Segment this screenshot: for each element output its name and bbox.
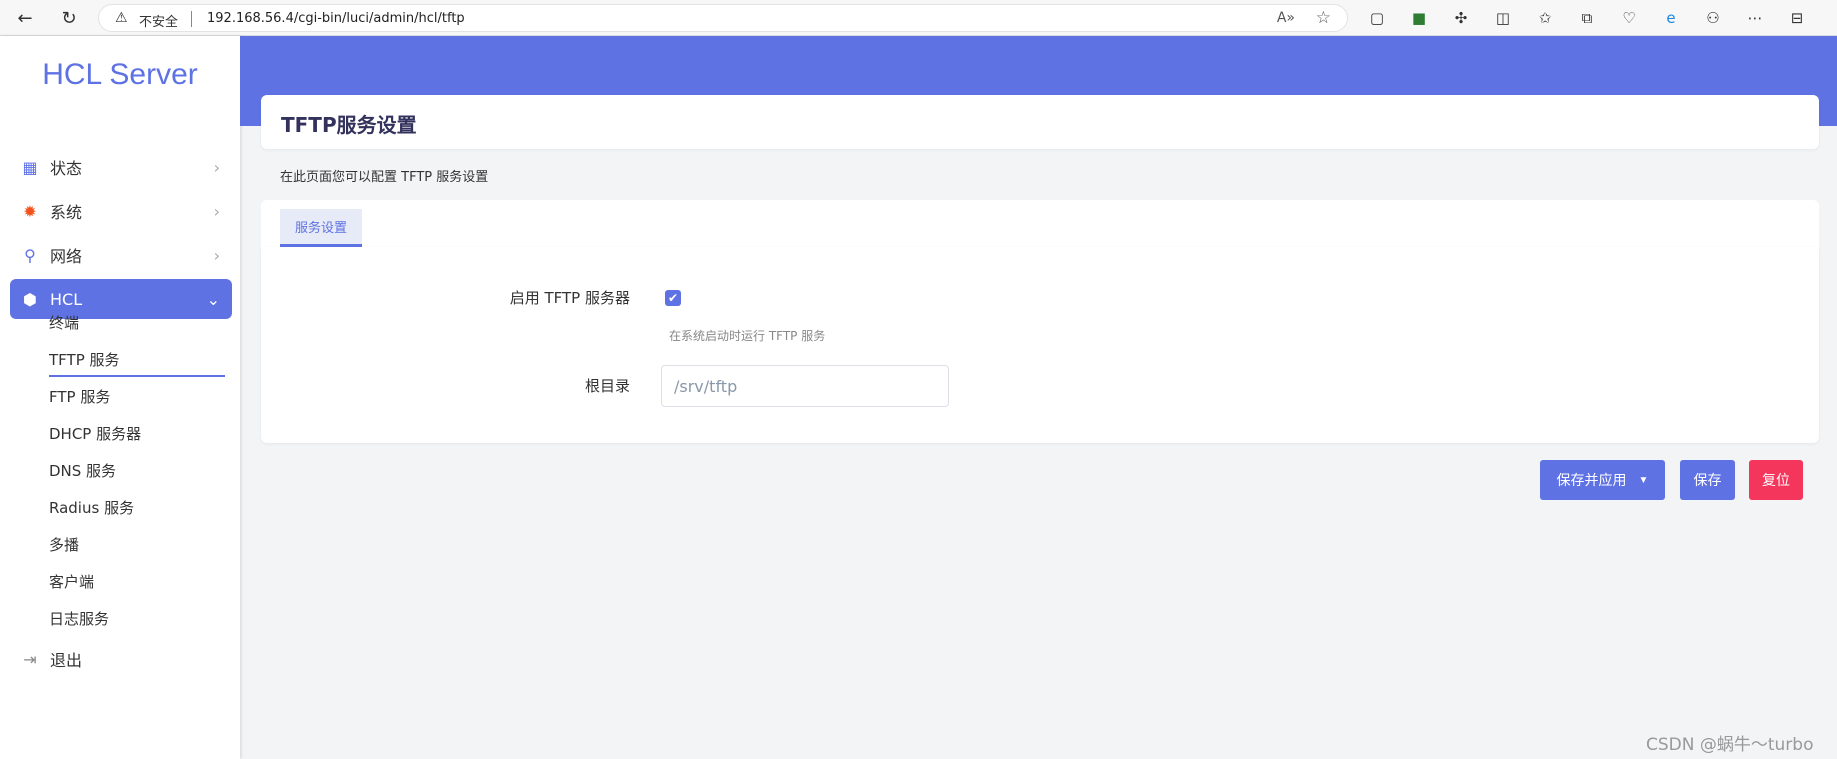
toolbar-icons: ▢ ■ ✣ ◫ ✩ ⧉ ♡ e ⚇ ⋯ ⊟ [1365,6,1809,30]
submenu-item-ftp[interactable]: FTP 服务 [49,386,110,407]
dropdown-caret-icon: ▼ [1638,474,1649,486]
brand-logo[interactable]: HCL Server [0,58,240,92]
sidebar-item-label: 状态 [50,159,83,178]
page-description: 在此页面您可以配置 TFTP 服务设置 [280,170,489,185]
submenu-item-client[interactable]: 客户端 [49,571,94,592]
chevron-down-icon: ⌄ [206,289,220,309]
chevron-right-icon: › [213,157,220,177]
page-title: TFTP服务设置 [281,113,417,137]
save-button[interactable]: 保存 [1680,460,1735,500]
watermark: CSDN @蜗牛～turbo [1646,735,1814,755]
extension-icon[interactable]: ▢ [1365,6,1389,30]
health-icon[interactable]: ♡ [1617,6,1641,30]
profile-icon[interactable]: ⚇ [1701,6,1725,30]
sidebar-item-label: HCL [50,289,83,309]
address-separator [191,11,192,27]
submenu-item-multicast[interactable]: 多播 [49,534,79,555]
read-aloud-icon[interactable]: A» [1277,10,1295,26]
address-bar[interactable]: ⚠ 不安全 192.168.56.4/cgi-bin/luci/admin/hc… [98,4,1348,32]
sidebar-toggle-icon[interactable]: ⊟ [1785,6,1809,30]
back-arrow-icon[interactable]: ← [12,6,38,30]
collections-icon[interactable]: ⧉ [1575,6,1599,30]
root-dir-input[interactable] [661,365,949,407]
submenu-item-log[interactable]: 日志服务 [49,608,109,629]
settings-form: 启用 TFTP 服务器 ✔ 在系统启动时运行 TFTP 服务 根目录 [261,247,1819,443]
sidebar-item-label: 系统 [50,203,83,222]
sidebar: HCL Server ▦ 状态 › ✹ 系统 › ⚲ 网络 › ⬢ HCL ⌄ … [0,36,240,759]
insecure-label: 不安全 [139,15,179,30]
ie-mode-icon[interactable]: e [1659,6,1683,30]
dashboard-icon: ▦ [22,157,38,177]
sidebar-item-logout[interactable]: ⇥ 退出 [10,639,232,679]
puzzle-icon[interactable]: ✣ [1449,6,1473,30]
gear-icon: ✹ [23,201,37,221]
title-card: TFTP服务设置 [261,95,1819,149]
active-submenu-underline [49,375,225,377]
favorites-icon[interactable]: ✩ [1533,6,1557,30]
warning-icon: ⚠ [115,10,128,26]
save-apply-button[interactable]: 保存并应用 ▼ [1540,460,1665,500]
sidebar-item-label: 退出 [50,651,83,670]
cube-icon: ⬢ [23,289,37,309]
enable-tftp-hint: 在系统启动时运行 TFTP 服务 [669,329,826,343]
sidebar-item-network[interactable]: ⚲ 网络 › [10,235,232,275]
submenu-item-radius[interactable]: Radius 服务 [49,497,134,518]
browser-toolbar: ← ↻ ⚠ 不安全 192.168.56.4/cgi-bin/luci/admi… [0,0,1837,36]
tabs-bar: 服务设置 [261,200,1819,247]
submenu-item-dhcp[interactable]: DHCP 服务器 [49,423,141,444]
submenu-item-terminal[interactable]: 终端 [49,312,79,333]
root-dir-label: 根目录 [584,377,630,395]
sidebar-item-system[interactable]: ✹ 系统 › [10,191,232,231]
enable-tftp-checkbox[interactable]: ✔ [665,290,681,306]
chevron-right-icon: › [213,245,220,265]
tab-service-settings[interactable]: 服务设置 [280,209,362,247]
chevron-right-icon: › [213,201,220,221]
sidebar-item-status[interactable]: ▦ 状态 › [10,147,232,187]
save-apply-label: 保存并应用 [1556,472,1627,488]
refresh-icon[interactable]: ↻ [56,6,82,30]
logout-icon: ⇥ [23,649,37,669]
submenu-item-tftp[interactable]: TFTP 服务 [49,349,120,370]
favorite-star-icon[interactable]: ☆ [1316,8,1331,28]
more-icon[interactable]: ⋯ [1743,6,1767,30]
url-text[interactable]: 192.168.56.4/cgi-bin/luci/admin/hcl/tftp [207,11,465,26]
network-icon: ⚲ [24,245,36,265]
sidebar-item-hcl[interactable]: ⬢ HCL ⌄ [10,279,232,319]
submenu-item-dns[interactable]: DNS 服务 [49,460,116,481]
download-icon[interactable]: ■ [1407,6,1431,30]
sidebar-item-label: 网络 [50,247,83,266]
enable-tftp-label: 启用 TFTP 服务器 [509,289,630,307]
reset-button[interactable]: 复位 [1749,460,1803,500]
split-screen-icon[interactable]: ◫ [1491,6,1515,30]
